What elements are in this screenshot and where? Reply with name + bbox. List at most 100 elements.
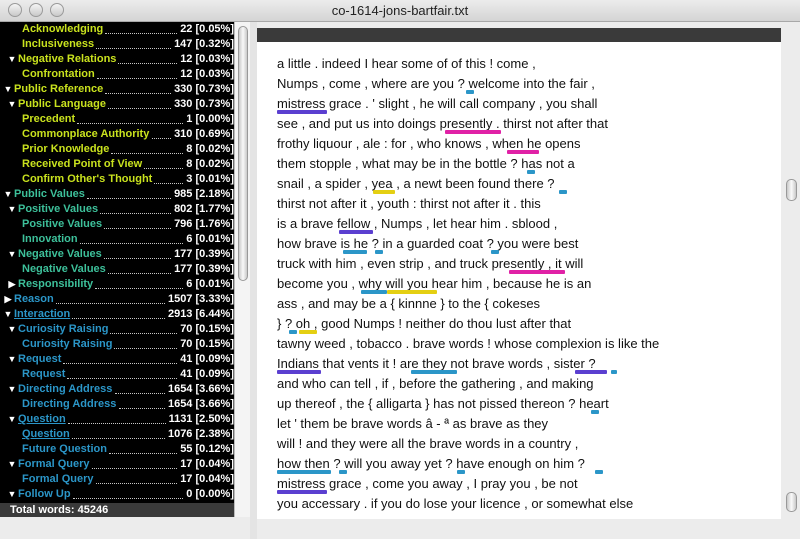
disclosure-expanded-icon[interactable]: ▼	[7, 322, 17, 337]
category-row[interactable]: ▼ Directing Address 1654 [3.66%]	[0, 382, 234, 397]
disclosure-expanded-icon[interactable]: ▼	[7, 247, 17, 262]
category-row[interactable]: ▼ Curiosity Raising 70 [0.15%]	[0, 322, 234, 337]
category-count: 0 [0.00%]	[186, 488, 234, 500]
category-label: Public Reference	[14, 83, 104, 95]
disclosure-expanded-icon[interactable]: ▼	[7, 457, 17, 472]
category-row[interactable]: Received Point of View 8 [0.02%]	[0, 157, 234, 172]
left-panel-footer	[0, 517, 250, 539]
category-label: Precedent	[22, 113, 76, 125]
category-row[interactable]: Request 41 [0.09%]	[0, 367, 234, 382]
text-line: ass , and may be a { kinnne } to the { c…	[277, 296, 541, 311]
category-count: 55 [0.12%]	[180, 443, 234, 455]
category-label: Curiosity Raising	[18, 323, 109, 335]
disclosure-expanded-icon[interactable]: ▼	[3, 307, 13, 322]
text-view[interactable]: a little . indeed I hear some of of this…	[257, 42, 781, 519]
category-row[interactable]: ▼ Positive Values 802 [1.77%]	[0, 202, 234, 217]
disclosure-expanded-icon[interactable]: ▼	[3, 82, 13, 97]
disclosure-expanded-icon[interactable]: ▼	[7, 487, 17, 502]
category-count: 6 [0.01%]	[186, 278, 234, 290]
category-label: Negative Values	[18, 248, 102, 260]
text-line: thirst not after it , youth : thirst not…	[277, 196, 541, 211]
category-count: 177 [0.39%]	[174, 263, 234, 275]
category-label: Question	[18, 413, 66, 425]
category-row[interactable]: Negative Values 177 [0.39%]	[0, 262, 234, 277]
category-highlight-marker	[559, 190, 567, 194]
category-row[interactable]: Curiosity Raising 70 [0.15%]	[0, 337, 234, 352]
disclosure-expanded-icon[interactable]: ▼	[7, 97, 17, 112]
disclosure-collapsed-icon[interactable]: ▶	[3, 292, 13, 307]
category-row[interactable]: ▼ Public Reference 330 [0.73%]	[0, 82, 234, 97]
split-divider[interactable]	[250, 22, 257, 539]
category-count: 6 [0.01%]	[186, 233, 234, 245]
category-row[interactable]: Commonplace Authority 310 [0.69%]	[0, 127, 234, 142]
text-line: will ! and they were all the brave words…	[277, 436, 579, 451]
disclosure-collapsed-icon[interactable]: ▶	[7, 277, 17, 292]
category-count: 17 [0.04%]	[180, 473, 234, 485]
category-label: Follow Up	[18, 488, 71, 500]
category-row[interactable]: Formal Query 17 [0.04%]	[0, 472, 234, 487]
category-count: 147 [0.32%]	[174, 38, 234, 50]
category-count: 1654 [3.66%]	[167, 398, 234, 410]
category-count: 1654 [3.66%]	[167, 383, 234, 395]
category-count: 1076 [2.38%]	[167, 428, 234, 440]
text-line: a little . indeed I hear some of of this…	[277, 56, 536, 71]
disclosure-expanded-icon[interactable]: ▼	[7, 202, 17, 217]
text-view-scroll-thumb[interactable]	[786, 179, 797, 201]
category-count: 3 [0.01%]	[186, 173, 234, 185]
category-tree-scrollbar[interactable]	[234, 22, 250, 517]
category-tree-scroll-thumb[interactable]	[238, 26, 248, 281]
category-label: Responsibility	[18, 278, 94, 290]
category-row[interactable]: ▼ Formal Query 17 [0.04%]	[0, 457, 234, 472]
text-line: } ? oh , good Numps ! neither do thou lu…	[277, 316, 572, 331]
category-count: 8 [0.02%]	[186, 143, 234, 155]
category-count: 12 [0.03%]	[180, 68, 234, 80]
category-row[interactable]: Precedent 1 [0.00%]	[0, 112, 234, 127]
category-row[interactable]: ▼ Public Values 985 [2.18%]	[0, 187, 234, 202]
category-row[interactable]: ▼ Interaction 2913 [6.44%]	[0, 307, 234, 322]
category-count: 310 [0.69%]	[174, 128, 234, 140]
disclosure-expanded-icon[interactable]: ▼	[7, 382, 17, 397]
category-label: Positive Values	[18, 203, 99, 215]
category-row[interactable]: ▶ Reason 1507 [3.33%]	[0, 292, 234, 307]
category-label: Confrontation	[22, 68, 95, 80]
disclosure-expanded-icon[interactable]: ▼	[7, 352, 17, 367]
category-row[interactable]: ▼ Follow Up 0 [0.00%]	[0, 487, 234, 502]
category-label: Question	[22, 428, 70, 440]
disclosure-expanded-icon[interactable]: ▼	[3, 187, 13, 202]
text-view-footer	[257, 519, 781, 539]
disclosure-expanded-icon[interactable]: ▼	[7, 52, 17, 67]
category-label: Request	[18, 353, 62, 365]
category-row[interactable]: ▼ Negative Relations 12 [0.03%]	[0, 52, 234, 67]
category-count: 330 [0.73%]	[174, 98, 234, 110]
category-row[interactable]: Prior Knowledge 8 [0.02%]	[0, 142, 234, 157]
category-row[interactable]: Question 1076 [2.38%]	[0, 427, 234, 442]
category-count: 41 [0.09%]	[180, 353, 234, 365]
category-row[interactable]: ▼ Negative Values 177 [0.39%]	[0, 247, 234, 262]
window-title: co-1614-jons-bartfair.txt	[331, 3, 469, 18]
category-row[interactable]: ▼ Public Language 330 [0.73%]	[0, 97, 234, 112]
category-row[interactable]: Confrontation 12 [0.03%]	[0, 67, 234, 82]
text-view-scrollbar[interactable]	[784, 22, 800, 539]
category-row[interactable]: Positive Values 796 [1.76%]	[0, 217, 234, 232]
category-row[interactable]: Future Question 55 [0.12%]	[0, 442, 234, 457]
category-count: 17 [0.04%]	[180, 458, 234, 470]
text-line: how brave is he ? in a guarded coat ? yo…	[277, 236, 579, 251]
category-count: 985 [2.18%]	[174, 188, 234, 200]
text-view-scroll-marker[interactable]	[786, 492, 797, 512]
disclosure-expanded-icon[interactable]: ▼	[7, 412, 17, 427]
category-row[interactable]: ▼ Request 41 [0.09%]	[0, 352, 234, 367]
text-line: is a brave fellow , Numps , let hear him…	[277, 216, 558, 231]
category-row[interactable]: Directing Address 1654 [3.66%]	[0, 397, 234, 412]
text-line: up thereof , the { alligarta } has not p…	[277, 396, 609, 411]
category-row[interactable]: ▶ Responsibility 6 [0.01%]	[0, 277, 234, 292]
category-label: Positive Values	[22, 218, 103, 230]
text-line: let ' them be brave words â - ª as brave…	[277, 416, 549, 431]
category-row[interactable]: ▼ Question 1131 [2.50%]	[0, 412, 234, 427]
category-row[interactable]: Confirm Other's Thought 3 [0.01%]	[0, 172, 234, 187]
category-row[interactable]: Innovation 6 [0.01%]	[0, 232, 234, 247]
category-label: Negative Relations	[18, 53, 117, 65]
category-label: Request	[22, 368, 66, 380]
category-row[interactable]: Acknowledging 22 [0.05%]	[0, 22, 234, 37]
category-highlight-marker	[591, 410, 599, 414]
category-row[interactable]: Inclusiveness 147 [0.32%]	[0, 37, 234, 52]
